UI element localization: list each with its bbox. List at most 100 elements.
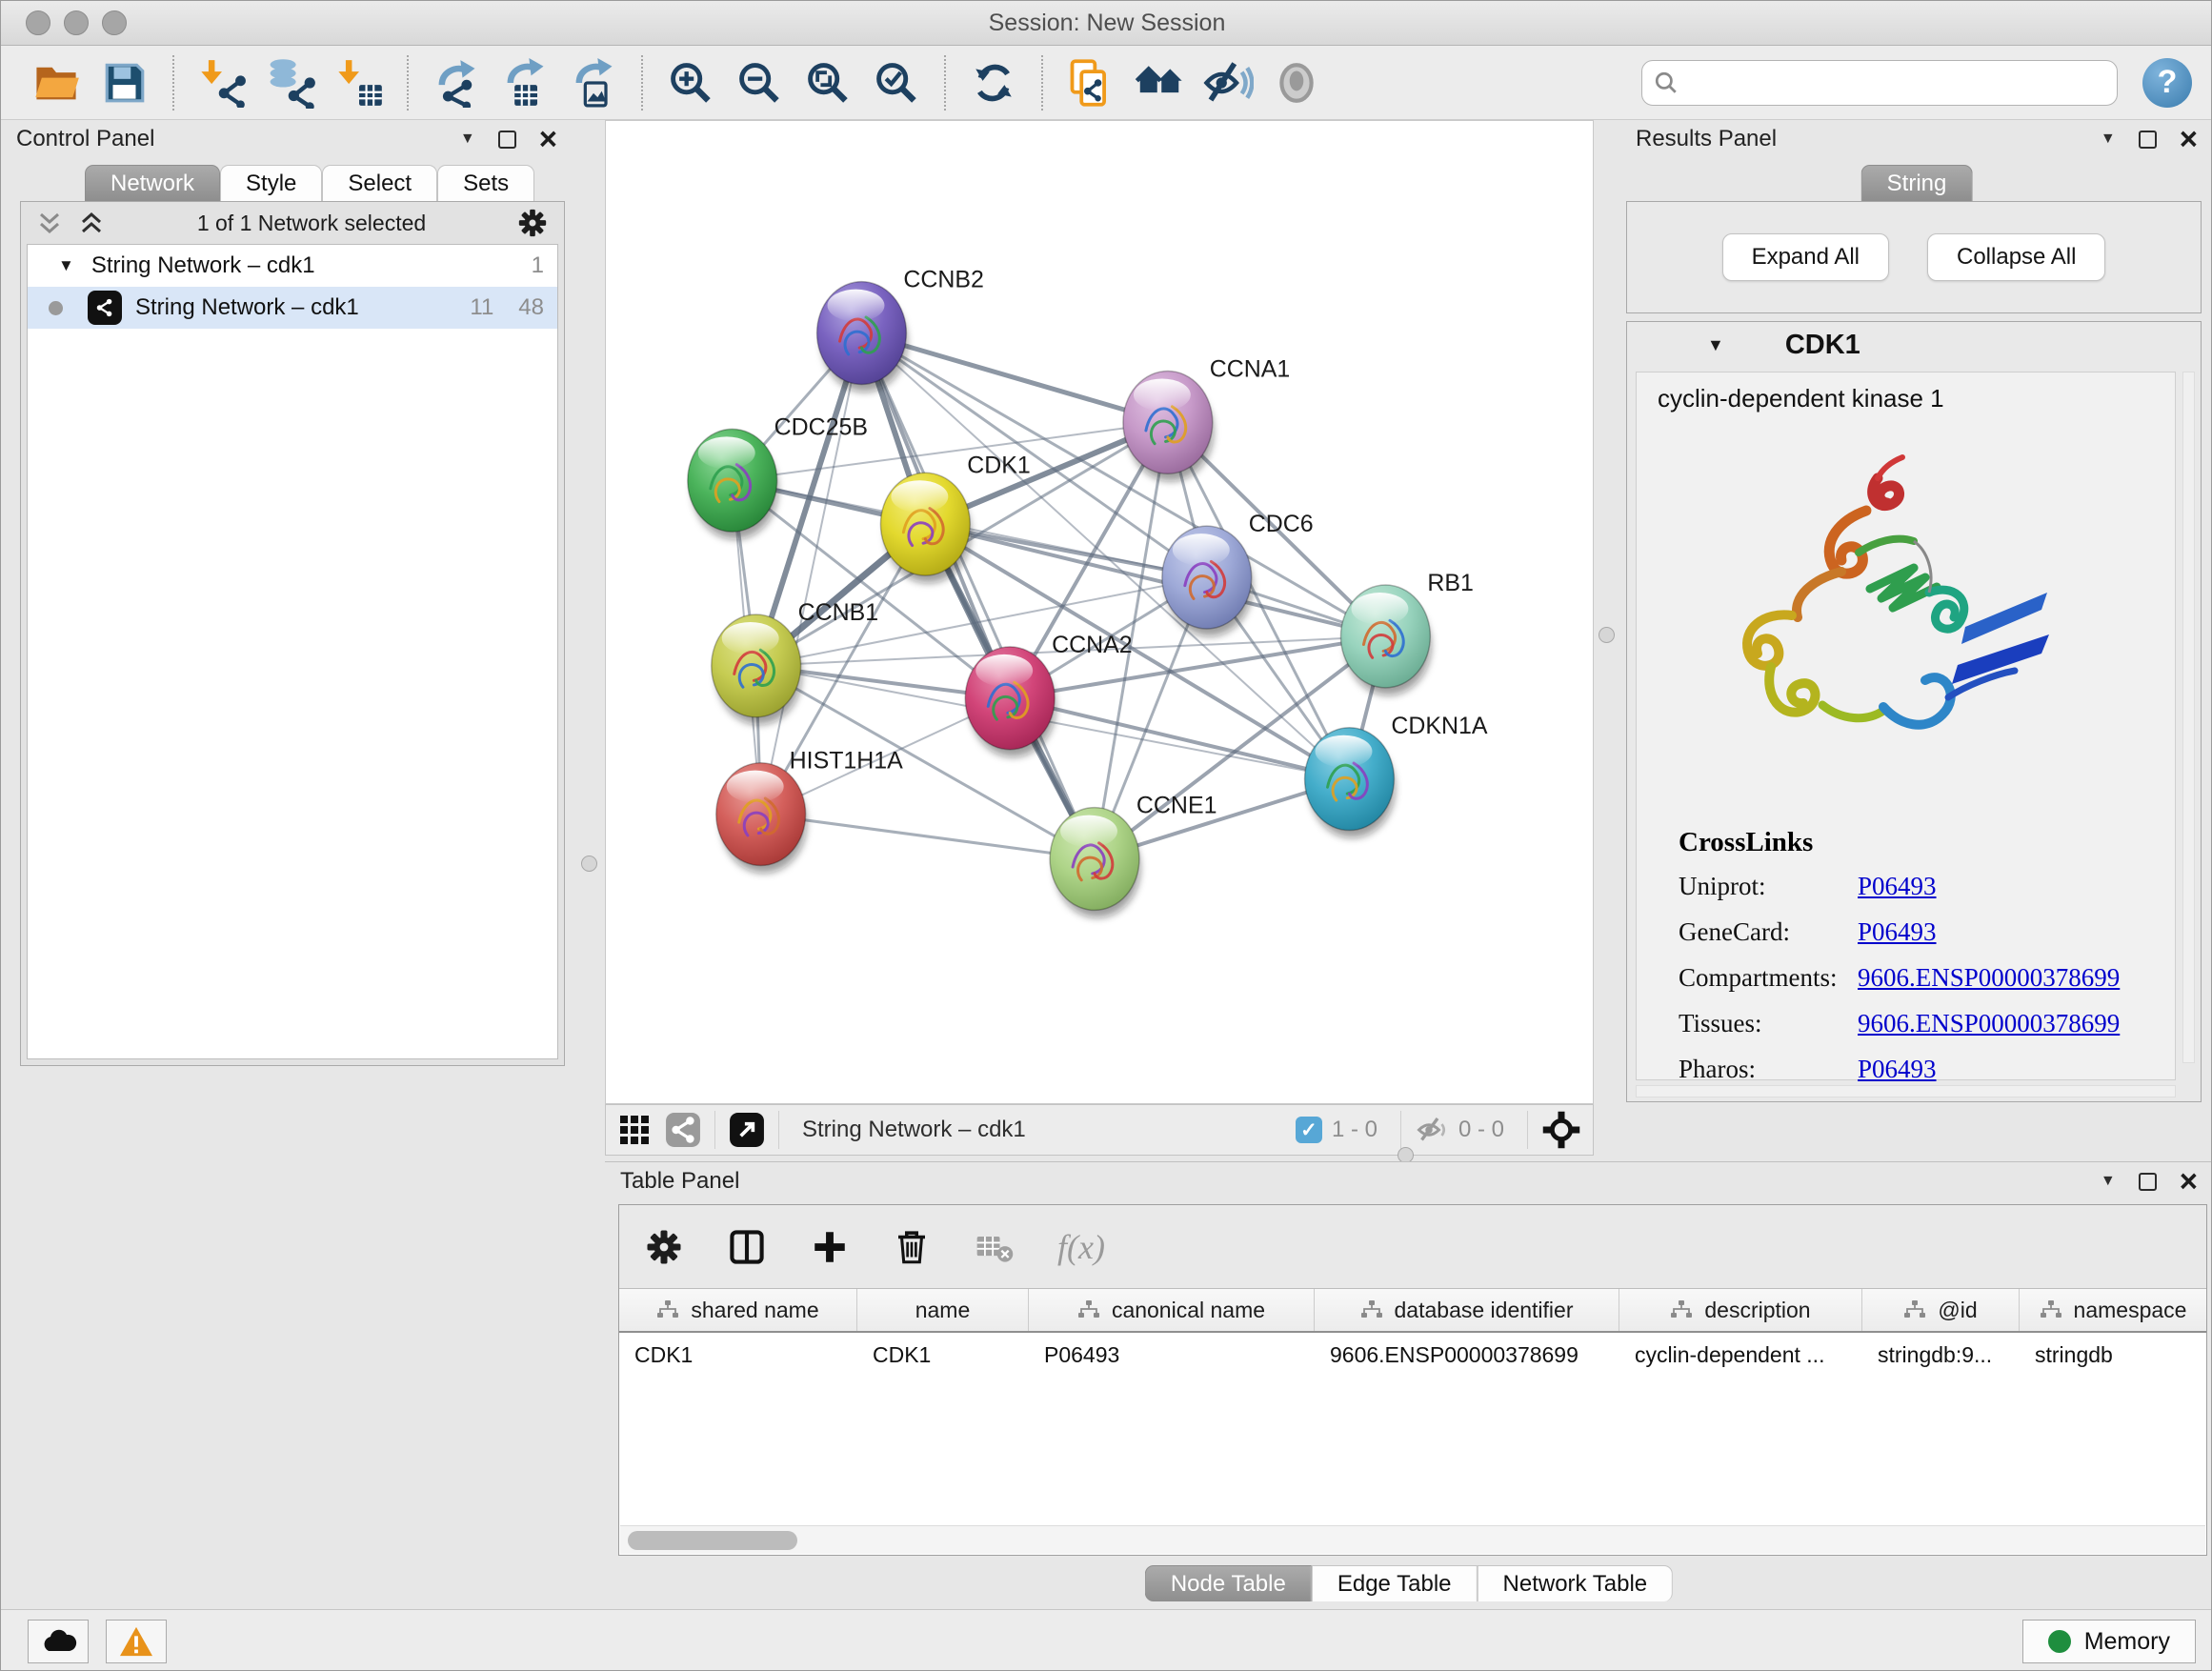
column-header-namespace[interactable]: namespace: [2020, 1289, 2206, 1331]
genecard-link[interactable]: P06493: [1858, 917, 1937, 947]
tab-string[interactable]: String: [1861, 165, 1973, 201]
network-edge[interactable]: [861, 333, 1167, 423]
network-canvas[interactable]: CCNB2 CCNA1 CDC25B CDK1 CDC6: [605, 120, 1594, 1104]
show-columns-icon[interactable]: [726, 1226, 768, 1268]
show-all-networks-button[interactable]: [1132, 53, 1187, 112]
create-column-plus-icon[interactable]: [810, 1227, 850, 1267]
results-vertical-scrollbar[interactable]: [2182, 372, 2195, 1063]
network-options-gear-icon[interactable]: [516, 207, 549, 239]
collapse-node-details-icon[interactable]: ▼: [1707, 335, 1724, 355]
network-node-HIST1H1A[interactable]: HIST1H1A: [716, 748, 903, 874]
search-input[interactable]: [1688, 70, 2105, 96]
network-edge[interactable]: [761, 333, 862, 815]
delete-column-trash-icon[interactable]: [892, 1227, 932, 1267]
network-node-CCNB2[interactable]: CCNB2: [817, 267, 984, 393]
tab-edge-table[interactable]: Edge Table: [1312, 1565, 1478, 1601]
tab-network[interactable]: Network: [85, 165, 220, 201]
pharos-link[interactable]: P06493: [1858, 1055, 1937, 1084]
collapse-all-networks-icon[interactable]: [78, 209, 107, 237]
collapse-panel-icon[interactable]: ▼: [2101, 131, 2116, 148]
expand-all-button[interactable]: Expand All: [1722, 233, 1889, 281]
export-image-button[interactable]: [566, 53, 621, 112]
import-network-button[interactable]: [194, 53, 250, 112]
column-header-database-identifier[interactable]: database identifier: [1315, 1289, 1619, 1331]
detach-view-icon[interactable]: [729, 1112, 765, 1148]
node-details-header[interactable]: ▼ CDK1: [1627, 322, 2201, 368]
network-node-CDKN1A[interactable]: CDKN1A: [1305, 713, 1488, 838]
network-badge-gray-icon[interactable]: [665, 1112, 701, 1148]
network-edge[interactable]: [1010, 698, 1349, 779]
network-node-CDC6[interactable]: CDC6: [1162, 511, 1314, 636]
tab-sets[interactable]: Sets: [437, 165, 534, 201]
uniprot-link[interactable]: P06493: [1858, 872, 1937, 901]
selected-counts: 1 - 0: [1332, 1117, 1377, 1143]
toolbar-separator: [1041, 55, 1043, 111]
results-horizontal-scrollbar[interactable]: [1636, 1085, 2176, 1097]
close-panel-icon[interactable]: ×: [539, 130, 557, 149]
selected-nodes-checkbox[interactable]: ✓: [1296, 1117, 1322, 1143]
open-session-button[interactable]: [29, 53, 84, 112]
hide-selected-button[interactable]: [1200, 53, 1256, 112]
zoom-fit-icon: [803, 58, 853, 108]
compartments-link[interactable]: 9606.ENSP00000378699: [1858, 963, 2120, 993]
results-actions-box: Expand All Collapse All: [1626, 201, 2202, 313]
left-splitter-handle[interactable]: [581, 856, 597, 872]
table-panel: Table Panel ▼ ×: [605, 1161, 2212, 1609]
network-column-icon: [656, 1299, 679, 1320]
scrollbar-thumb[interactable]: [628, 1531, 797, 1550]
collapse-panel-icon[interactable]: ▼: [460, 131, 475, 148]
tab-select[interactable]: Select: [322, 165, 437, 201]
help-button[interactable]: ?: [2142, 58, 2192, 108]
column-header-id[interactable]: @id: [1862, 1289, 2020, 1331]
save-session-button[interactable]: [97, 53, 152, 112]
network-edge[interactable]: [761, 815, 1095, 859]
zoom-selected-button[interactable]: [869, 53, 924, 112]
tissues-link[interactable]: 9606.ENSP00000378699: [1858, 1009, 2120, 1038]
zoom-in-button[interactable]: [663, 53, 718, 112]
grid-view-icon[interactable]: [617, 1113, 652, 1147]
column-header-canonical-name[interactable]: canonical name: [1029, 1289, 1315, 1331]
close-panel-icon[interactable]: ×: [2180, 130, 2198, 149]
expand-all-networks-icon[interactable]: [36, 209, 65, 237]
network-node-RB1[interactable]: RB1: [1341, 570, 1474, 695]
cloud-status-button[interactable]: [28, 1620, 89, 1663]
column-header-shared-name[interactable]: shared name: [619, 1289, 857, 1331]
zoom-out-button[interactable]: [732, 53, 787, 112]
tab-network-table[interactable]: Network Table: [1478, 1565, 1674, 1601]
warnings-button[interactable]: [106, 1620, 167, 1663]
table-row[interactable]: CDK1 CDK1 P06493 9606.ENSP00000378699 cy…: [619, 1333, 2206, 1377]
tab-style[interactable]: Style: [220, 165, 322, 201]
delete-table-icon[interactable]: [974, 1226, 1016, 1268]
hidden-eye-slash-icon[interactable]: [1415, 1113, 1449, 1147]
right-splitter-handle[interactable]: [1599, 627, 1615, 643]
function-builder-button[interactable]: f(x): [1057, 1227, 1105, 1267]
float-panel-icon[interactable]: [2139, 1173, 2157, 1191]
tree-expander-icon[interactable]: ▼: [58, 256, 74, 275]
float-panel-icon[interactable]: [2139, 131, 2157, 149]
node-label-CDK1: CDK1: [967, 452, 1031, 478]
collapse-panel-icon[interactable]: ▼: [2101, 1173, 2116, 1190]
network-edge[interactable]: [861, 333, 1095, 859]
apply-layout-button[interactable]: [966, 53, 1021, 112]
birdseye-crosshair-icon[interactable]: [1541, 1110, 1581, 1150]
float-panel-icon[interactable]: [498, 131, 516, 149]
network-node-CDC25B[interactable]: CDC25B: [688, 413, 868, 539]
close-panel-icon[interactable]: ×: [2180, 1172, 2198, 1191]
table-options-gear-icon[interactable]: [644, 1227, 684, 1267]
table-horizontal-scrollbar[interactable]: [620, 1525, 2205, 1554]
network-collection-row[interactable]: ▼ String Network – cdk1 1: [28, 245, 557, 287]
tab-node-table[interactable]: Node Table: [1145, 1565, 1312, 1601]
collapse-all-button[interactable]: Collapse All: [1927, 233, 2105, 281]
export-table-button[interactable]: [497, 53, 553, 112]
show-hidden-button[interactable]: [1269, 53, 1324, 112]
export-network-button[interactable]: [429, 53, 484, 112]
network-row[interactable]: String Network – cdk1 11 48: [28, 287, 557, 329]
clone-network-button[interactable]: [1063, 53, 1118, 112]
zoom-fit-button[interactable]: [800, 53, 855, 112]
import-network-from-database-button[interactable]: [263, 53, 318, 112]
memory-label: Memory: [2084, 1628, 2170, 1656]
memory-button[interactable]: Memory: [2022, 1620, 2196, 1663]
column-header-description[interactable]: description: [1619, 1289, 1862, 1331]
column-header-name[interactable]: name: [857, 1289, 1029, 1331]
import-table-button[interactable]: [332, 53, 387, 112]
